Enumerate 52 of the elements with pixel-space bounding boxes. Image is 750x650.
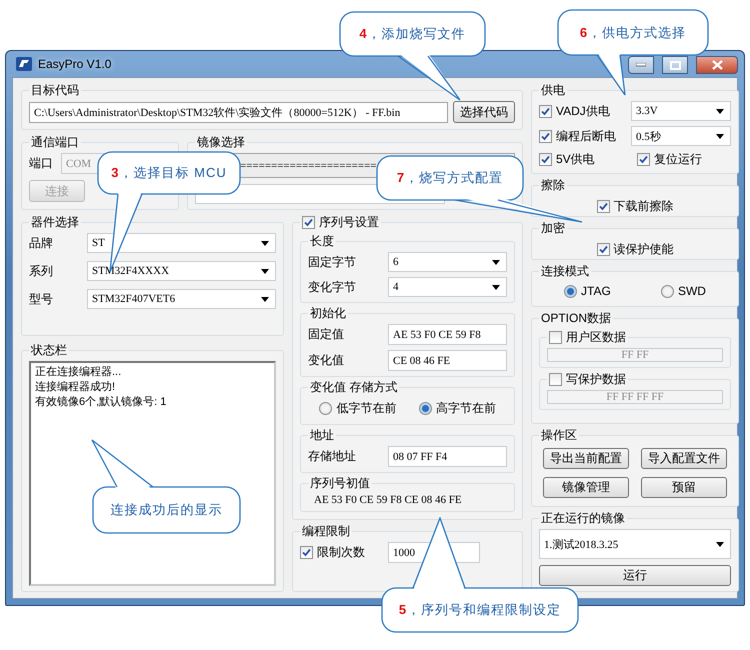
checkbox-label: 5V供电: [556, 151, 595, 168]
group-title: OPTION数据: [541, 310, 612, 327]
group-title: 写保护数据: [566, 371, 626, 388]
field-label: 端口: [29, 155, 53, 172]
callout-text: 3，选择目标 MCU: [111, 164, 227, 182]
checkbox-label: VADJ供电: [556, 102, 610, 120]
group-title: 编程限制: [302, 523, 350, 540]
group-title: 长度: [310, 233, 334, 250]
serial-value: AE 53 F0 CE 59 F8 CE 08 46 FE: [313, 494, 463, 506]
callout-text: 7，烧写方式配置: [396, 169, 504, 187]
group-title: 镜像选择: [197, 134, 245, 151]
field-label: 变化值: [308, 352, 345, 369]
field-label: 存储地址: [308, 448, 357, 465]
radio-label: 高字节在前: [436, 400, 496, 417]
field-label: 固定值: [308, 326, 345, 343]
group-title: 正在运行的镜像: [541, 510, 625, 527]
callout-text: 4，添加烧写文件: [359, 25, 466, 43]
group-title: 器件选择: [31, 214, 79, 231]
checkbox-label: 限制次数: [317, 544, 365, 561]
group-title: 序列号设置: [319, 214, 379, 231]
field-label: 固定字节: [308, 254, 357, 270]
checkbox-label: 下载前擦除: [614, 198, 674, 215]
checkbox-label: 编程后断电: [556, 128, 616, 144]
status-line: 有效镜像6个,默认镜像号: 1: [35, 395, 168, 410]
group-title: 序列号初值: [310, 475, 370, 492]
status-line: 正在连接编程器...: [35, 365, 122, 380]
group-title: 目标代码: [31, 82, 79, 99]
radio-label: SWD: [678, 284, 706, 298]
window-title: EasyPro V1.0: [38, 57, 112, 71]
checkbox-label: 复位运行: [654, 151, 702, 168]
callout-text: 连接成功后的显示: [110, 501, 222, 519]
status-line: 连接编程器成功!: [35, 380, 116, 395]
group-title: 通信端口: [31, 134, 79, 151]
group-title: 操作区: [541, 427, 577, 444]
group-title: 变化值 存储方式: [310, 379, 398, 396]
group-title: 用户区数据: [566, 329, 626, 346]
field-label: 变化字节: [308, 278, 357, 296]
field-label: 品牌: [29, 234, 54, 252]
group-title: 初始化: [310, 305, 346, 322]
group-title: 地址: [310, 427, 334, 444]
callout-text: 6，供电方式选择: [580, 24, 686, 42]
group-title: 加密: [541, 220, 565, 237]
radio-label: 低字节在前: [336, 400, 396, 417]
checkbox-label: 读保护使能: [614, 241, 674, 258]
group-title: 擦除: [541, 177, 565, 194]
radio-label: JTAG: [581, 284, 611, 298]
group-title: 连接模式: [541, 263, 589, 280]
callout-text: 5，序列号和编程限制设定: [398, 601, 562, 619]
field-label: 型号: [29, 290, 54, 308]
field-label: 系列: [29, 262, 54, 280]
group-title: 状态栏: [31, 342, 67, 359]
group-title: 供电: [541, 82, 565, 99]
